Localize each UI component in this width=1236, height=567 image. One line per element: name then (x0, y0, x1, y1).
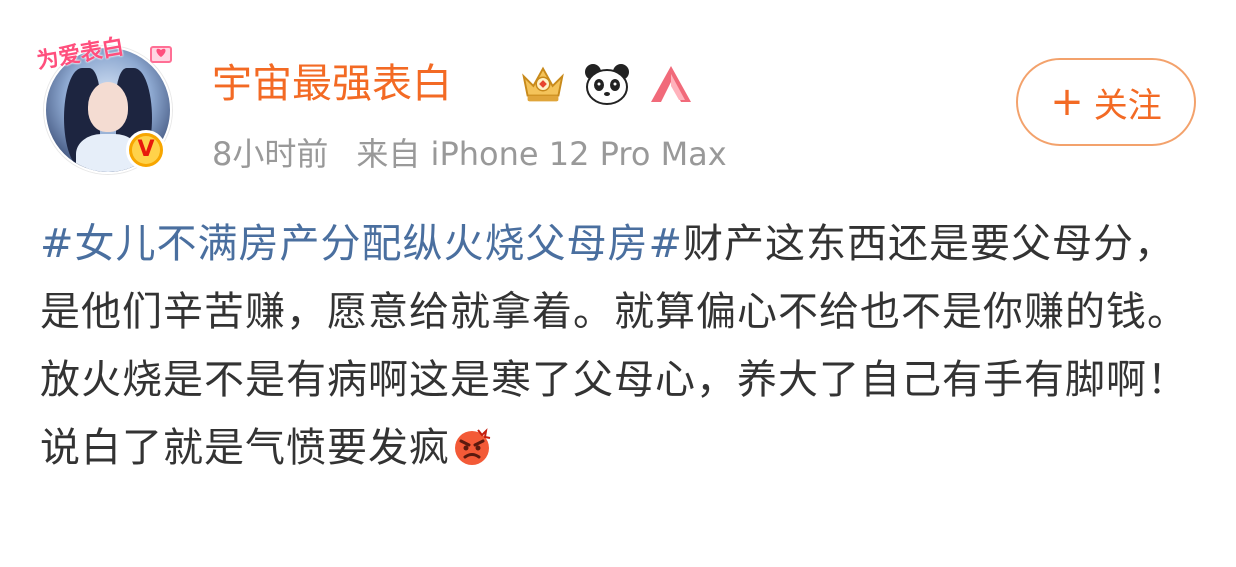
username[interactable]: 宇宙最强表白 (212, 56, 452, 112)
post-time: 8小时前 (212, 135, 329, 173)
plus-icon: + (1050, 79, 1084, 125)
hashtag-link[interactable]: #女儿不满房产分配纵火烧父母房# (40, 221, 683, 267)
post-content: #女儿不满房产分配纵火烧父母房#财产这东西还是要父母分，是他们辛苦赚，愿意给就拿… (40, 210, 1190, 482)
triangle-a-logo-icon[interactable] (644, 60, 698, 108)
post-source[interactable]: 来自 iPhone 12 Pro Max (356, 135, 726, 173)
user-badges (516, 58, 698, 110)
heart-envelope-icon (150, 46, 172, 63)
panda-icon[interactable] (580, 60, 634, 108)
angry-face-emoji-icon (455, 428, 491, 465)
follow-button[interactable]: + 关注 (1016, 58, 1196, 146)
avatar-face (88, 82, 128, 132)
verified-badge-icon: V (126, 130, 166, 170)
weibo-post: 为爱表白 V 宇宙最强表白 8小时前 来自 iPhone 12 Pro Max … (0, 0, 1236, 567)
avatar-area[interactable]: 为爱表白 V (35, 32, 176, 174)
follow-label: 关注 (1093, 85, 1162, 126)
post-meta: 8小时前 来自 iPhone 12 Pro Max (212, 132, 727, 176)
crown-badge-icon[interactable] (516, 60, 570, 108)
